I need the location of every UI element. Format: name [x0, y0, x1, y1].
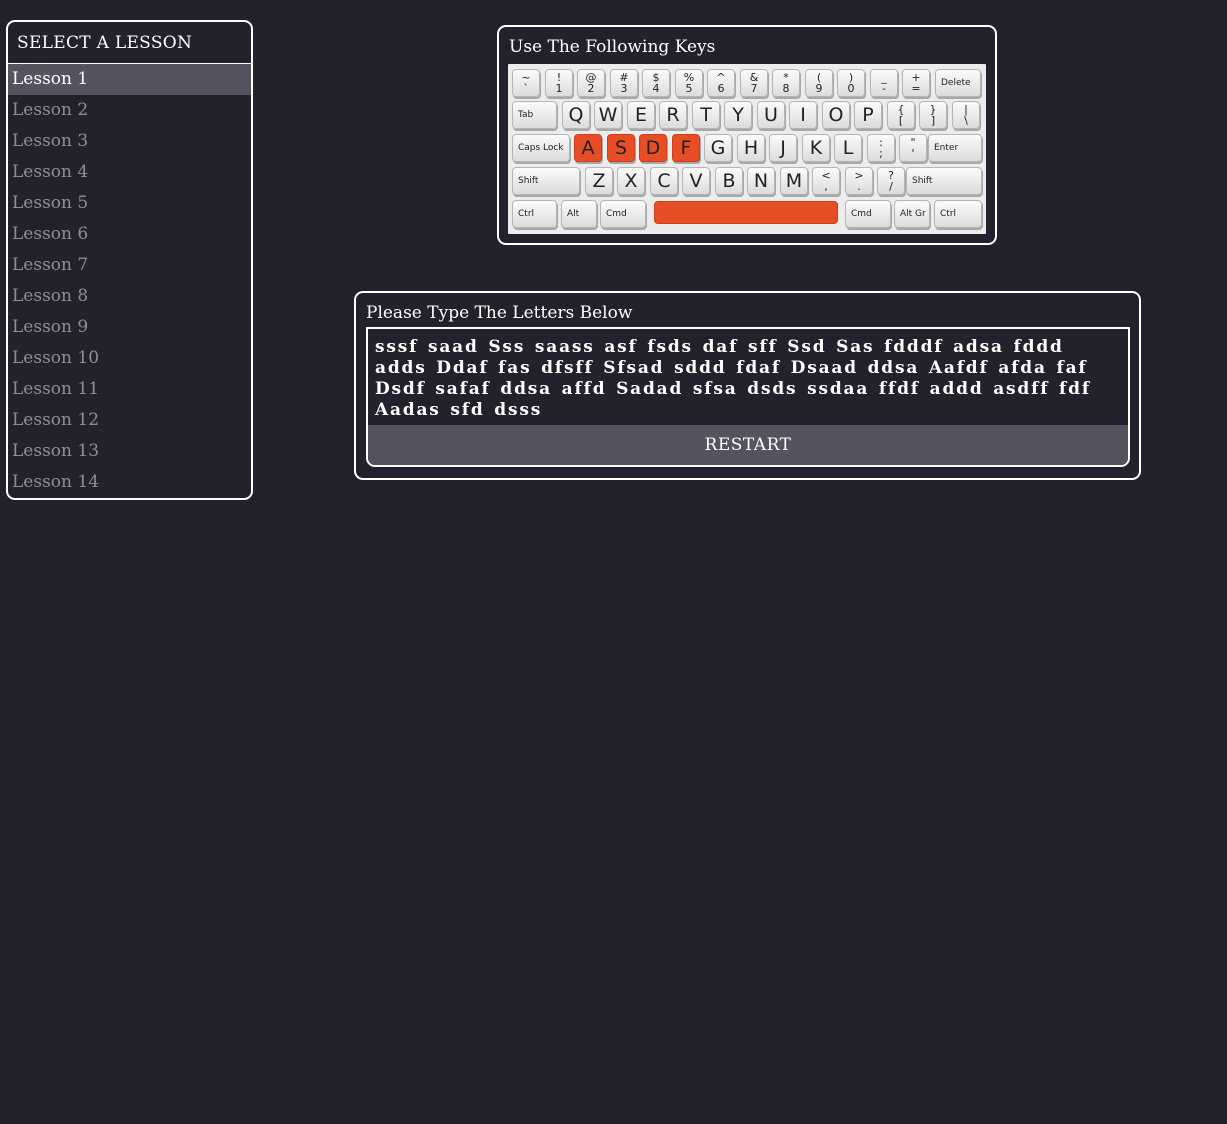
- typing-panel: Please Type The Letters Below sssf saad …: [354, 291, 1141, 480]
- key-s: S: [607, 134, 635, 162]
- key-8: * 8: [772, 69, 800, 97]
- key-e: E: [627, 101, 655, 129]
- key-ctrl: Ctrl: [512, 200, 557, 228]
- target-text: sssf saad Sss saass asf fsds daf sff Ssd…: [375, 337, 1091, 420]
- keys-panel-title: Use The Following Keys: [509, 37, 716, 57]
- key-m: M: [780, 167, 808, 195]
- key-.: >.: [845, 167, 873, 195]
- key-cmd: Cmd: [600, 200, 646, 228]
- key-5: % 5: [675, 69, 703, 97]
- key-2: @2: [577, 69, 605, 97]
- key-3: #3: [610, 69, 638, 97]
- key-space: [654, 201, 838, 224]
- key-shift: Shift: [512, 167, 580, 195]
- lesson-item-1[interactable]: Lesson 1: [8, 64, 251, 95]
- restart-button[interactable]: RESTART: [368, 425, 1128, 465]
- lesson-item-4[interactable]: Lesson 4: [8, 157, 251, 188]
- key-y: Y: [724, 101, 752, 129]
- lesson-item-7[interactable]: Lesson 7: [8, 250, 251, 281]
- key-l: L: [834, 134, 862, 162]
- key-4: $4: [642, 69, 670, 97]
- key-c: C: [650, 167, 678, 195]
- key-7: & 7: [740, 69, 768, 97]
- key-j: J: [769, 134, 797, 162]
- key-h: H: [737, 134, 765, 162]
- lesson-item-8[interactable]: Lesson 8: [8, 281, 251, 312]
- lesson-item-12[interactable]: Lesson 12: [8, 405, 251, 436]
- keyboard-diagram: ~ `! 1 @2 #3 $4% 5 ^ 6 & 7 * 8(9) 0 _ - + = Delete Tab Q W E R T…: [508, 64, 986, 234]
- key-v: V: [682, 167, 710, 195]
- typing-panel-title: Please Type The Letters Below: [366, 303, 633, 323]
- key-a: A: [574, 134, 602, 162]
- key-\: | \: [952, 101, 980, 129]
- key-p: P: [854, 101, 882, 129]
- keys-panel: Use The Following Keys ~ `! 1 @2 #3 $4% 5 ^ 6 & 7 *…: [497, 25, 997, 245]
- key-ctrl: Ctrl: [934, 200, 982, 228]
- key-': " ': [899, 134, 927, 162]
- key-z: Z: [585, 167, 613, 195]
- lesson-item-14[interactable]: Lesson 14: [8, 467, 251, 498]
- lesson-list: Lesson 1 Lesson 2 Lesson 3 Lesson 4 Lesson 5…: [8, 64, 251, 498]
- key-caps-lock: Caps Lock: [512, 134, 570, 162]
- lesson-sidebar: SELECT A LESSON Lesson 1 Lesson 2 Lesson 3…: [6, 20, 253, 500]
- key-shift: Shift: [906, 167, 982, 195]
- key-x: X: [617, 167, 645, 195]
- key-9: (9: [805, 69, 833, 97]
- typing-text-box[interactable]: sssf saad Sss saass asf fsds daf sff Ssd…: [366, 327, 1130, 467]
- key-u: U: [757, 101, 785, 129]
- key-0: ) 0: [837, 69, 865, 97]
- key-;: :;: [867, 134, 895, 162]
- key-b: B: [715, 167, 743, 195]
- key-cmd: Cmd: [845, 200, 891, 228]
- lesson-item-5[interactable]: Lesson 5: [8, 188, 251, 219]
- lesson-item-11[interactable]: Lesson 11: [8, 374, 251, 405]
- key-]: }]: [919, 101, 947, 129]
- key-=: + =: [902, 69, 930, 97]
- key-`: ~ `: [512, 69, 540, 97]
- key-r: R: [659, 101, 687, 129]
- key-q: Q: [562, 101, 590, 129]
- key-g: G: [704, 134, 732, 162]
- key-[: {[: [887, 101, 915, 129]
- key-1: ! 1: [545, 69, 573, 97]
- key-w: W: [594, 101, 622, 129]
- key-i: I: [789, 101, 817, 129]
- key-o: O: [822, 101, 850, 129]
- lesson-item-6[interactable]: Lesson 6: [8, 219, 251, 250]
- key-/: ? /: [877, 167, 905, 195]
- key-tab: Tab: [512, 101, 557, 129]
- sidebar-title: SELECT A LESSON: [8, 22, 251, 64]
- key-,: <,: [812, 167, 840, 195]
- key-alt: Alt: [561, 200, 597, 228]
- key-enter: Enter: [928, 134, 982, 162]
- key--: _ -: [870, 69, 898, 97]
- key-alt-gr: Alt Gr: [894, 200, 930, 228]
- key-k: K: [802, 134, 830, 162]
- lesson-item-2[interactable]: Lesson 2: [8, 95, 251, 126]
- key-t: T: [692, 101, 720, 129]
- lesson-item-3[interactable]: Lesson 3: [8, 126, 251, 157]
- key-delete: Delete: [935, 69, 981, 97]
- key-d: D: [639, 134, 667, 162]
- key-n: N: [747, 167, 775, 195]
- key-6: ^ 6: [707, 69, 735, 97]
- lesson-item-9[interactable]: Lesson 9: [8, 312, 251, 343]
- key-f: F: [672, 134, 700, 162]
- lesson-item-10[interactable]: Lesson 10: [8, 343, 251, 374]
- lesson-item-13[interactable]: Lesson 13: [8, 436, 251, 467]
